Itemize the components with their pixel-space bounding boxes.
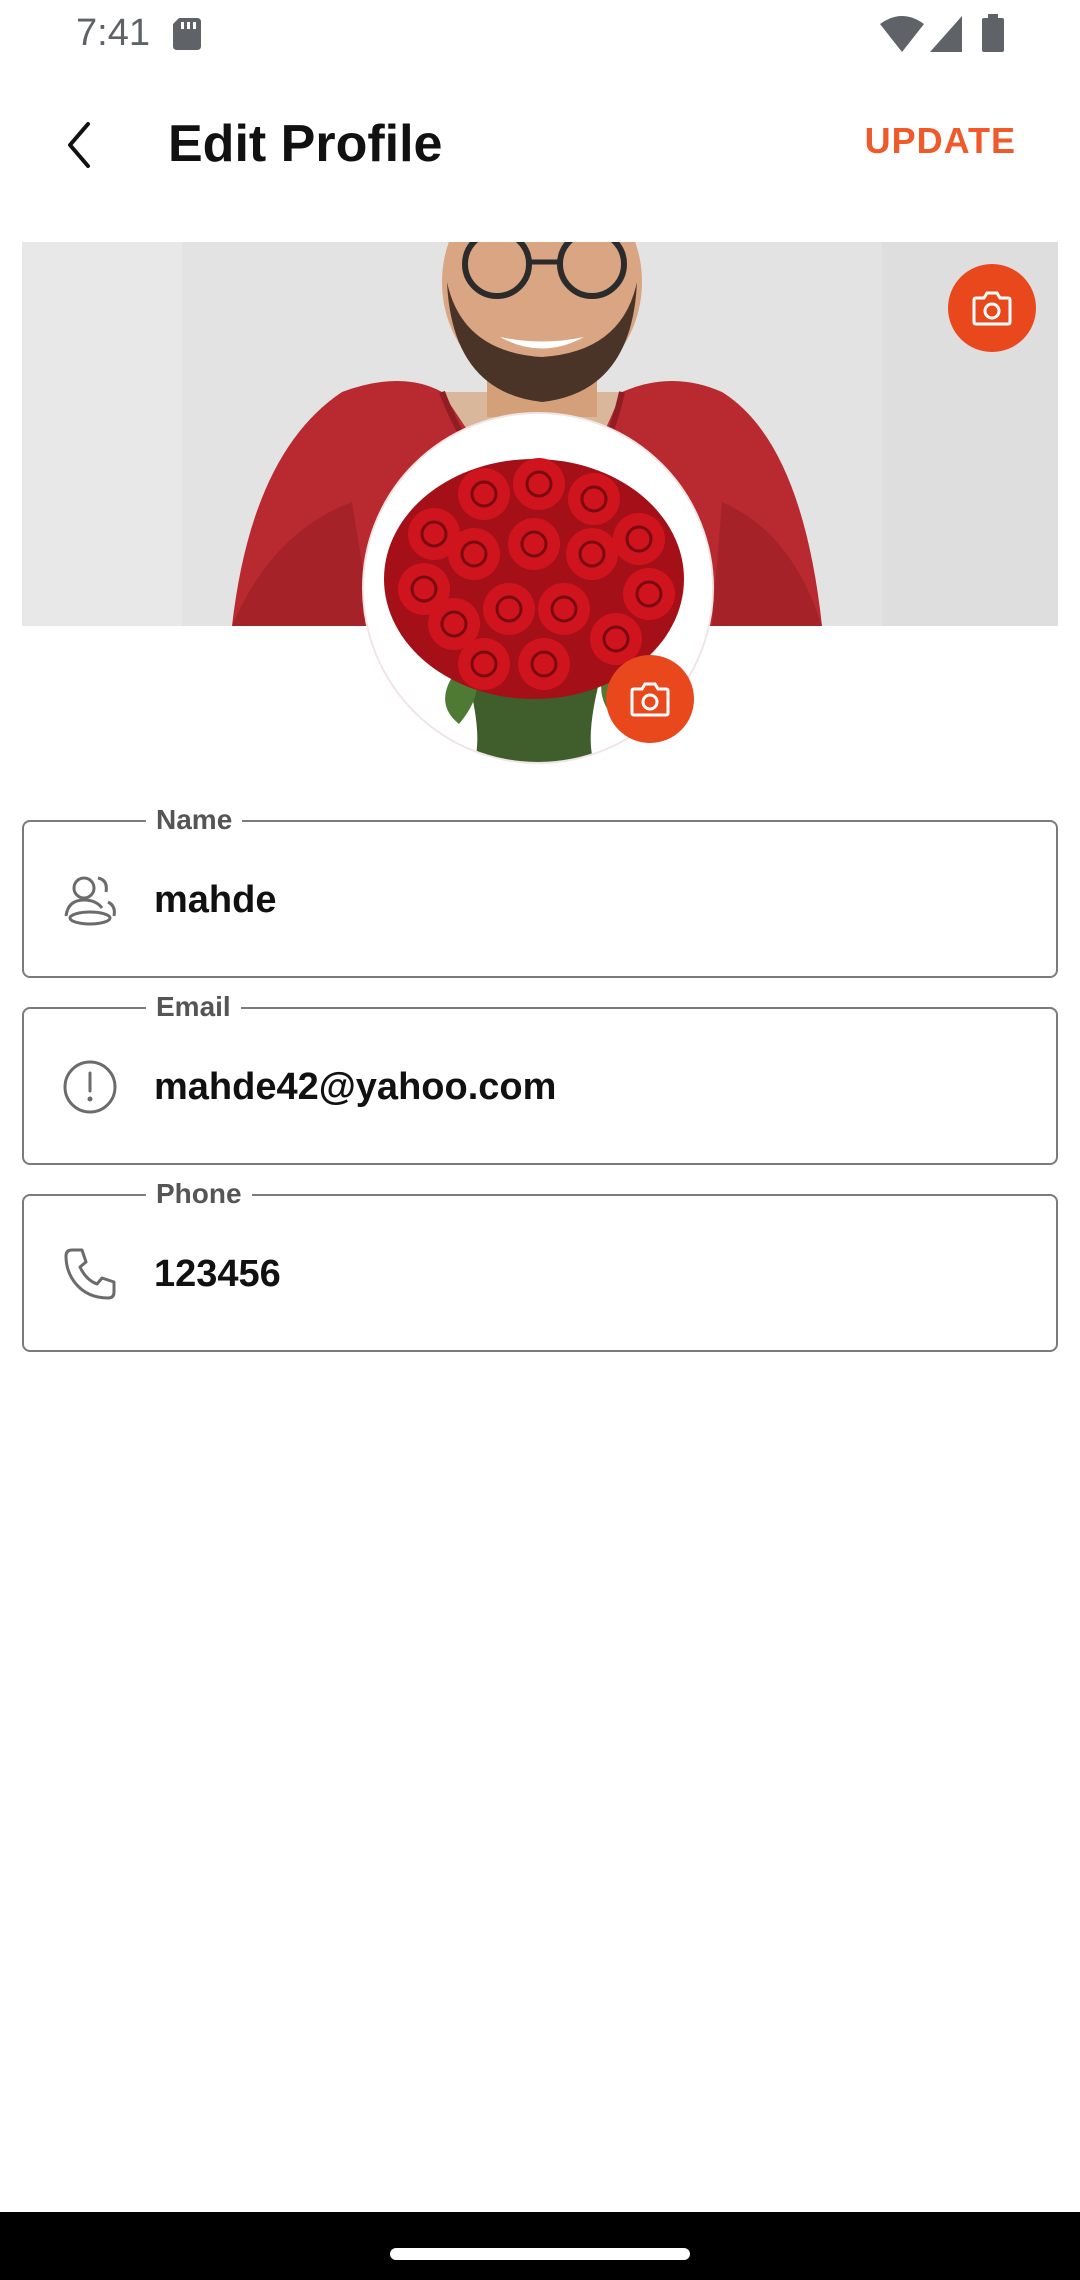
name-field-label: Name [146, 800, 243, 840]
phone-field-label: Phone [146, 1174, 252, 1214]
phone-icon [64, 1248, 116, 1300]
alert-circle-icon [63, 1060, 117, 1114]
camera-rotate-icon [972, 291, 1012, 326]
phone-field[interactable]: Phone 123456 [22, 1174, 1058, 1352]
email-field-value[interactable]: mahde42@yahoo.com [154, 1059, 556, 1115]
app-bar: Edit Profile UPDATE [0, 100, 1080, 190]
name-field[interactable]: Name mahde [22, 800, 1058, 978]
home-gesture-handle[interactable] [390, 2248, 690, 2260]
wifi-icon [880, 16, 924, 52]
edit-profile-screen: 7:41 Edit Profile UPDATE Name mahde Emai… [0, 0, 1080, 2280]
sd-card-icon [173, 18, 201, 50]
email-field[interactable]: Email mahde42@yahoo.com [22, 987, 1058, 1165]
status-time: 7:41 [76, 12, 150, 54]
users-icon [64, 876, 116, 926]
name-field-value[interactable]: mahde [154, 872, 276, 928]
update-button[interactable]: UPDATE [865, 120, 1016, 162]
page-title: Edit Profile [168, 115, 443, 173]
phone-field-value[interactable]: 123456 [154, 1246, 281, 1302]
email-field-label: Email [146, 987, 241, 1027]
battery-icon [982, 14, 1004, 52]
cover-camera-button[interactable] [948, 264, 1036, 352]
status-bar: 7:41 [0, 0, 1080, 70]
chevron-left-icon [68, 122, 90, 168]
avatar-camera-button[interactable] [606, 655, 694, 743]
signal-icon [930, 16, 962, 52]
back-button[interactable] [40, 100, 120, 190]
navigation-bar [0, 2212, 1080, 2280]
camera-rotate-icon [630, 682, 670, 717]
